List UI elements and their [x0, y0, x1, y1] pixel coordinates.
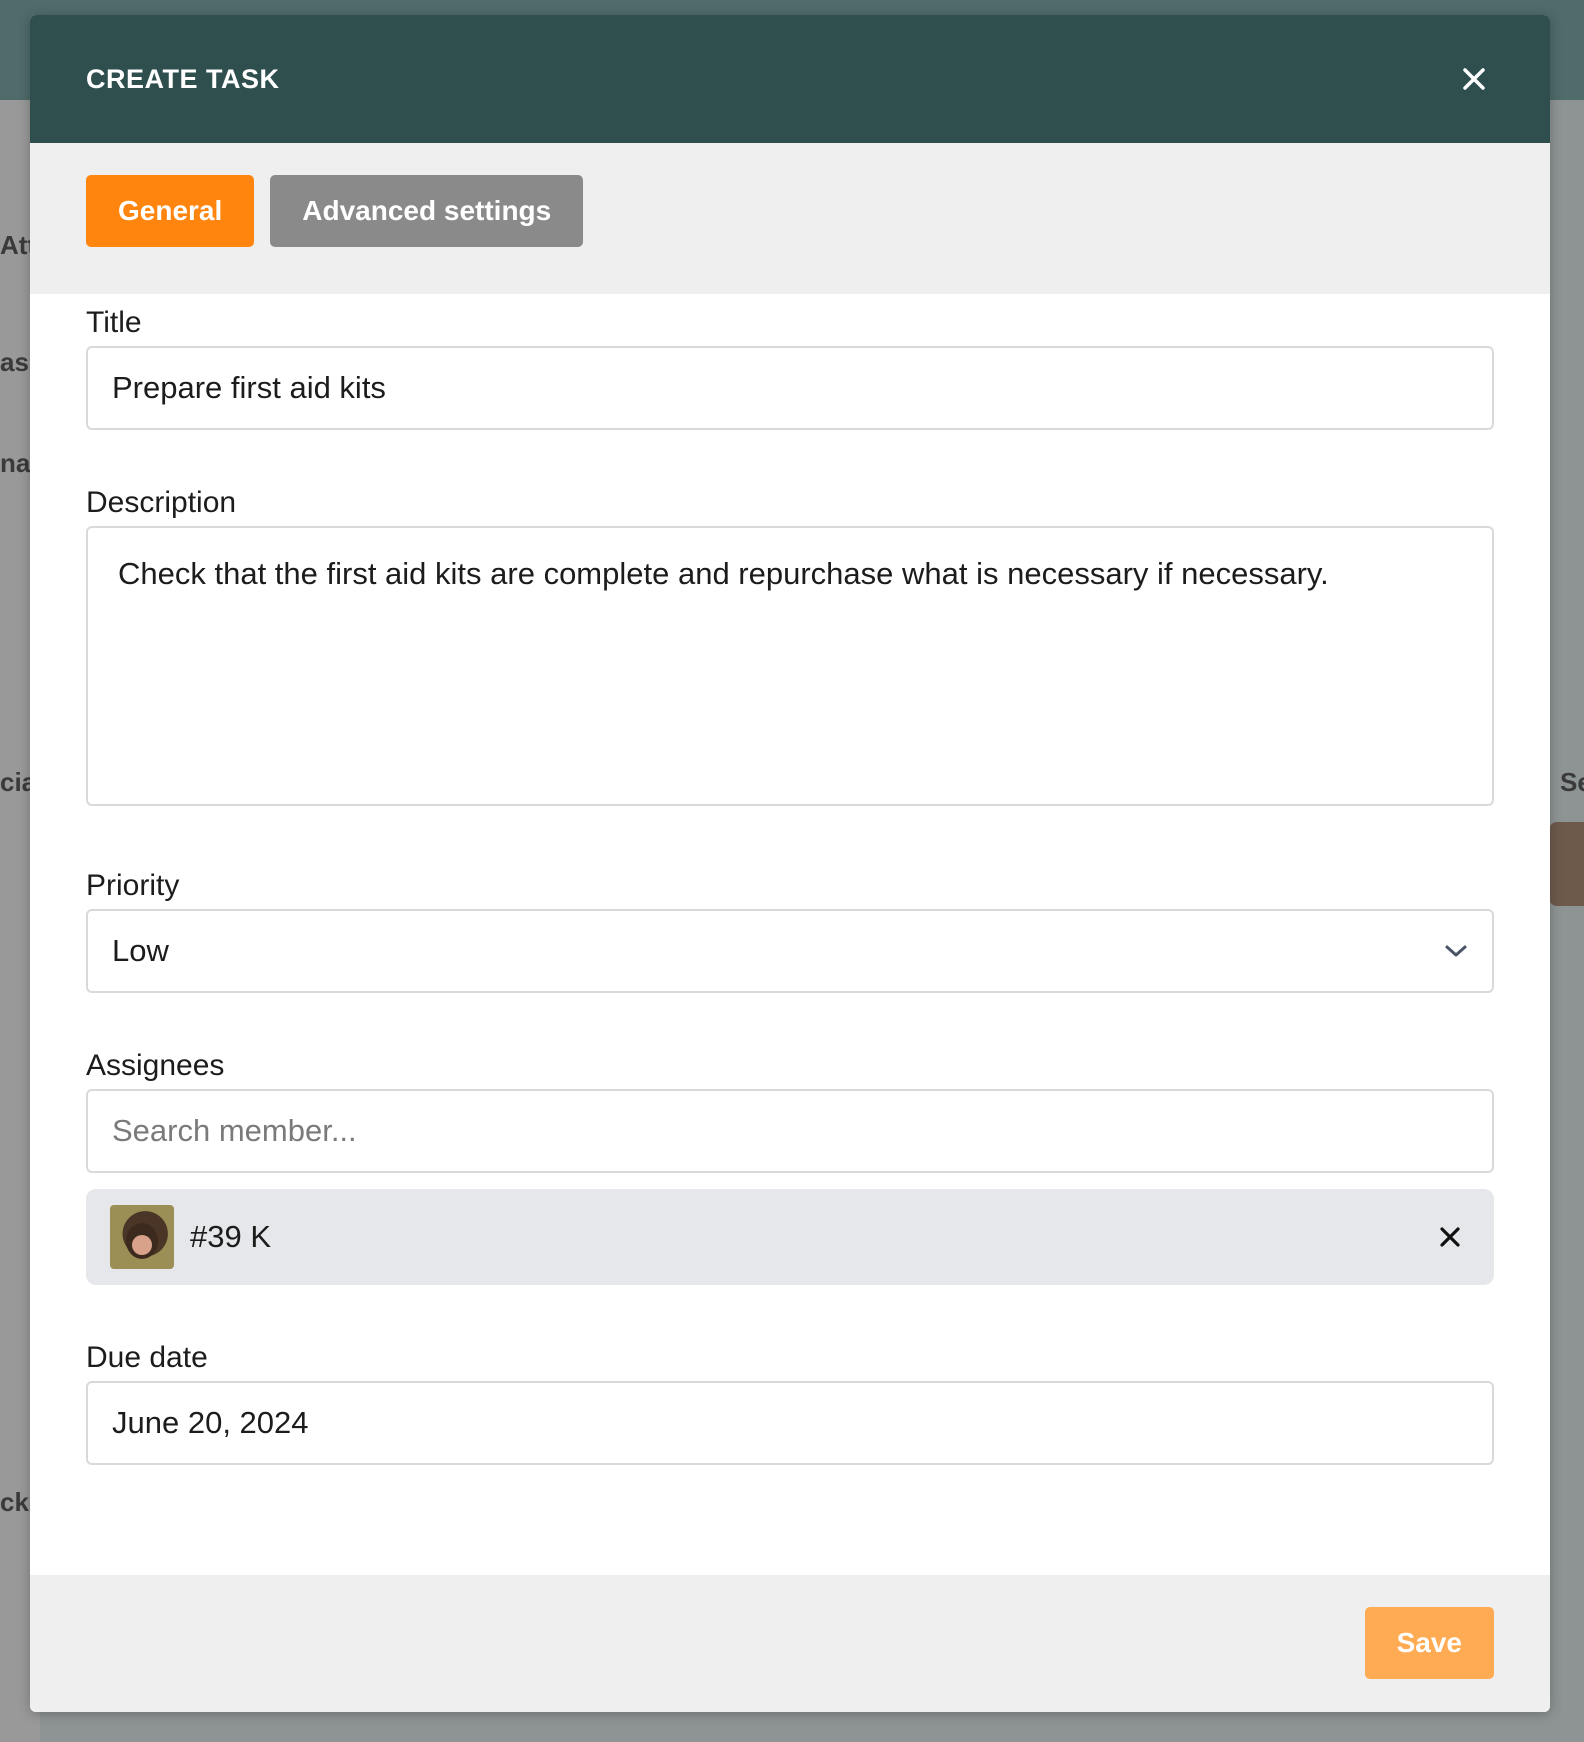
avatar — [110, 1205, 174, 1269]
background-text: as — [0, 347, 29, 377]
assignee-chip: #39 K — [86, 1189, 1494, 1285]
description-label: Description — [86, 486, 237, 519]
chevron-down-icon — [1445, 945, 1467, 957]
assignee-name: #39 K — [190, 1219, 272, 1254]
modal-footer: Save — [30, 1575, 1550, 1712]
tab-bar: General Advanced settings — [30, 143, 1550, 294]
background-thumbnail — [1549, 822, 1584, 906]
tab-advanced-settings[interactable]: Advanced settings — [270, 175, 584, 247]
assignees-label: Assignees — [86, 1049, 225, 1082]
description-textarea[interactable]: Check that the first aid kits are comple… — [86, 526, 1494, 806]
create-task-modal: CREATE TASK General Advanced settings Ti… — [30, 15, 1550, 1712]
search-member-input[interactable]: Search member... — [86, 1089, 1494, 1173]
close-icon — [1463, 68, 1485, 90]
priority-value: Low — [112, 933, 169, 968]
save-button[interactable]: Save — [1364, 1607, 1494, 1679]
tab-general[interactable]: General — [86, 175, 255, 247]
close-icon — [1440, 1227, 1460, 1247]
priority-select[interactable]: Low — [86, 909, 1494, 993]
background-text: Se — [1560, 767, 1584, 797]
modal-header: CREATE TASK — [30, 15, 1550, 143]
modal-title: CREATE TASK — [86, 63, 280, 94]
title-label: Title — [86, 306, 142, 339]
title-input[interactable]: Prepare first aid kits — [86, 346, 1494, 430]
due-date-input[interactable]: June 20, 2024 — [86, 1381, 1494, 1465]
due-date-label: Due date — [86, 1341, 208, 1374]
priority-label: Priority — [86, 869, 180, 902]
remove-assignee-button[interactable] — [1430, 1217, 1470, 1257]
close-button[interactable] — [1454, 59, 1494, 99]
